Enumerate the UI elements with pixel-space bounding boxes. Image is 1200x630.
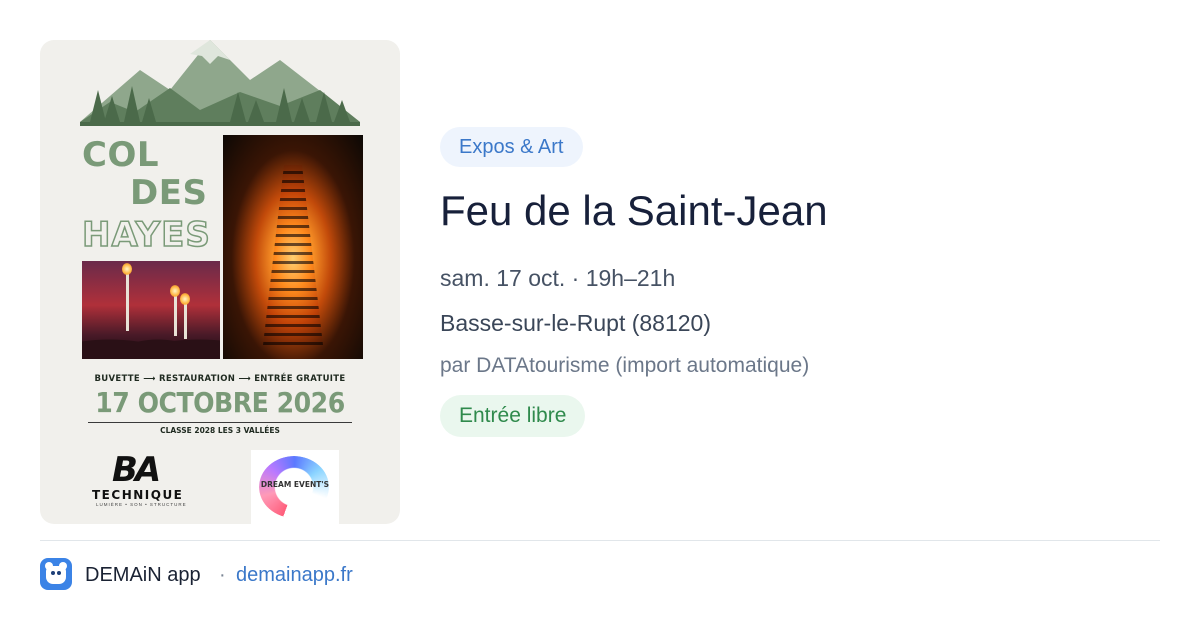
price-badge: Entrée libre <box>440 395 586 437</box>
bonfire-tower <box>263 165 323 345</box>
ba-technique-logo: BA TECHNIQUE LUMIÈRE • SON • STRUCTURE <box>92 452 187 507</box>
app-name: DEMAiN app <box>85 564 201 586</box>
poster-date: 17 OCTOBRE 2026 <box>95 386 345 419</box>
ba-logo-mark: BA <box>112 450 161 490</box>
poster-classe: CLASSE 2028 LES 3 VALLÉES <box>160 426 280 435</box>
event-poster-image[interactable]: COL DES HAYES BUVETTE ⟶ RESTAURATION ⟶ E… <box>40 40 400 524</box>
dream-events-logo: DREAM EVENT'S <box>251 450 339 524</box>
event-source: par DATAtourisme (import automatique) <box>440 354 810 377</box>
bonfire-photo <box>223 135 363 359</box>
event-share-card: COL DES HAYES BUVETTE ⟶ RESTAURATION ⟶ E… <box>0 0 1200 630</box>
footer-divider <box>40 540 1160 541</box>
ba-logo-word: TECHNIQUE <box>92 488 184 502</box>
mountains-graphic <box>80 40 360 126</box>
poster-services: BUVETTE ⟶ RESTAURATION ⟶ ENTRÉE GRATUITE <box>94 374 346 384</box>
category-badge[interactable]: Expos & Art <box>440 127 583 167</box>
app-website-link[interactable]: demainapp.fr <box>236 560 353 590</box>
event-title: Feu de la Saint-Jean <box>440 187 828 234</box>
dream-logo-text: DREAM EVENT'S <box>260 480 330 489</box>
poster-title-line-3: HAYES <box>81 215 211 255</box>
event-location: Basse-sur-le-Rupt (88120) <box>440 310 712 336</box>
ba-logo-sub: LUMIÈRE • SON • STRUCTURE <box>96 502 187 507</box>
demain-app-icon <box>40 558 72 590</box>
poster-divider <box>88 422 352 423</box>
torches-photo <box>82 261 220 359</box>
event-datetime: sam. 17 oct. · 19h–21h <box>440 265 676 291</box>
poster-title-line-1: COL <box>82 135 160 175</box>
footer-separator: · <box>219 564 226 586</box>
